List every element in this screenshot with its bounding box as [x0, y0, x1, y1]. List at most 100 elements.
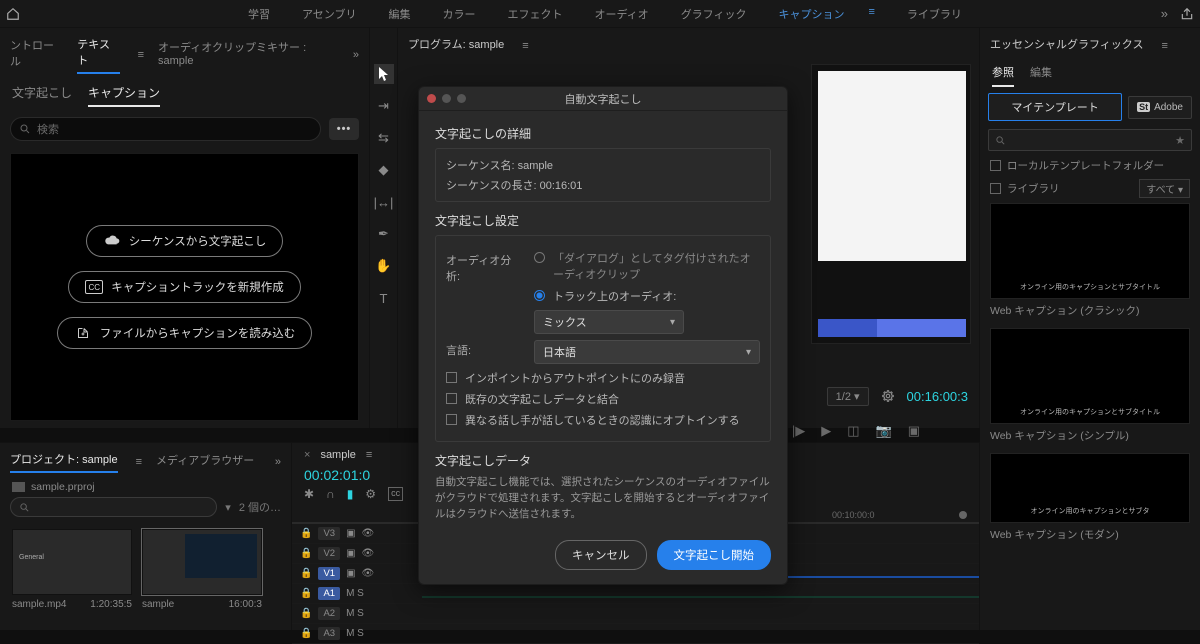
home-icon[interactable]	[6, 7, 32, 21]
slip-tool-icon[interactable]: |↔|	[374, 192, 394, 212]
menu-assembly[interactable]: アセンブリ	[290, 3, 368, 25]
window-controls[interactable]	[427, 94, 466, 103]
pen-tool-icon[interactable]: ✒	[374, 224, 394, 244]
radio-track-audio[interactable]: トラック上のオーディオ:	[534, 288, 760, 304]
cc-track-icon[interactable]: cc	[388, 487, 403, 501]
new-caption-track-button[interactable]: CC キャプショントラックを新規作成	[68, 271, 301, 303]
tab-project[interactable]: プロジェクト: sample	[10, 451, 118, 473]
import-caption-button[interactable]: ファイルからキャプションを読み込む	[57, 317, 313, 349]
lock-icon[interactable]: 🔒	[300, 588, 312, 599]
project-search-input[interactable]	[10, 497, 217, 517]
close-dot-icon[interactable]	[427, 94, 436, 103]
type-tool-icon[interactable]: T	[374, 288, 394, 308]
eg-search-input[interactable]: ★	[988, 129, 1192, 151]
eg-template-thumb-2[interactable]: オンライン用のキャプションとサブタイトル	[990, 328, 1190, 424]
track-a3[interactable]: A3	[318, 627, 340, 640]
eg-tab-edit[interactable]: 編集	[1030, 64, 1052, 87]
eg-my-templates-button[interactable]: マイテンプレート	[988, 93, 1122, 121]
project-overflow-icon[interactable]: »	[275, 456, 281, 468]
menu-library[interactable]: ライブラリ	[895, 3, 974, 25]
caption-options-button[interactable]: •••	[329, 118, 359, 140]
lock-icon[interactable]: 🔒	[300, 548, 312, 559]
seq-close-icon[interactable]: ×	[304, 449, 310, 461]
tab-audio-mixer[interactable]: オーディオクリップミキサー : sample	[158, 39, 339, 71]
program-menu-icon[interactable]: ≡	[522, 40, 528, 52]
menu-captions-opts-icon[interactable]: ≡	[856, 3, 886, 25]
eye-icon[interactable]: 👁	[362, 568, 375, 579]
chk-speaker-optin[interactable]: 異なる話し手が話しているときの認識にオプトインする	[446, 412, 760, 428]
eg-chk-lib[interactable]	[990, 183, 1001, 194]
caption-search-input[interactable]: 検索	[10, 117, 321, 141]
cancel-button[interactable]: キャンセル	[555, 540, 647, 570]
timeline-seq-name[interactable]: sample	[320, 449, 355, 461]
hand-tool-icon[interactable]: ✋	[374, 256, 394, 276]
track-v3[interactable]: V3	[318, 527, 340, 540]
menu-color[interactable]: カラー	[430, 3, 487, 25]
linked-sel-icon[interactable]: ∩	[326, 487, 335, 501]
favorite-icon[interactable]: ★	[1175, 134, 1185, 147]
project-menu-icon[interactable]: ≡	[136, 456, 142, 468]
overflow-icon[interactable]: »	[1161, 6, 1168, 21]
selection-tool-icon[interactable]	[374, 64, 394, 84]
eg-template-thumb-3[interactable]: オンライン用のキャプションとサブタ	[990, 453, 1190, 523]
track-select-tool-icon[interactable]: ⇥	[374, 96, 394, 116]
tab-media-browser[interactable]: メディアブラウザー	[156, 452, 254, 472]
project-item-1[interactable]: General sample.mp41:20:35:5	[12, 529, 132, 610]
tab-source-control[interactable]: ントロール	[10, 37, 63, 73]
share-icon[interactable]	[1180, 7, 1194, 21]
menu-audio[interactable]: オーディオ	[582, 3, 660, 25]
lock-icon[interactable]: 🔒	[300, 608, 312, 619]
track-v2[interactable]: V2	[318, 547, 340, 560]
snap-icon[interactable]: ✱	[304, 487, 314, 501]
razor-tool-icon[interactable]: ◆	[374, 160, 394, 180]
radio-dialog-tagged[interactable]: 「ダイアログ」としてタグ付けされたオーディオクリップ	[534, 250, 760, 282]
start-transcription-button[interactable]: 文字起こし開始	[657, 540, 772, 570]
eg-menu-icon[interactable]: ≡	[1161, 40, 1167, 52]
track-v1[interactable]: V1	[318, 567, 340, 580]
project-count: 2 個の…	[239, 499, 281, 515]
export-frame-icon[interactable]: ◫	[847, 423, 859, 439]
essential-graphics-panel: エッセンシャルグラフィックス ≡ 参照 編集 マイテンプレート StAdobe …	[980, 28, 1200, 630]
menu-learn[interactable]: 学習	[236, 3, 282, 25]
eye-icon[interactable]: 👁	[362, 528, 375, 539]
panel-overflow-icon[interactable]: »	[353, 49, 359, 61]
eg-template-thumb-1[interactable]: オンライン用のキャプションとサブタイトル	[990, 203, 1190, 299]
program-zoom-select[interactable]: 1/2 ▾	[827, 387, 869, 406]
chk-in-out-only[interactable]: インポイントからアウトポイントにのみ録音	[446, 370, 760, 386]
chk-merge-existing[interactable]: 既存の文字起こしデータと結合	[446, 391, 760, 407]
menu-graphics[interactable]: グラフィック	[669, 3, 759, 25]
timeline-menu-icon[interactable]: ≡	[366, 449, 372, 461]
menu-captions[interactable]: キャプション	[766, 3, 856, 25]
zoom-handle[interactable]	[959, 511, 967, 519]
project-filter-icon[interactable]: ▾	[225, 501, 231, 514]
mix-select[interactable]: ミックス▾	[534, 310, 684, 334]
lock-icon[interactable]: 🔒	[300, 568, 312, 579]
tab-text[interactable]: テキスト	[77, 36, 119, 74]
eg-adobe-stock-button[interactable]: StAdobe	[1128, 96, 1192, 119]
camera-icon[interactable]: 📷	[876, 423, 892, 439]
dialog-title: 自動文字起こし	[419, 91, 787, 107]
eg-chk-local[interactable]	[990, 160, 1001, 171]
menu-effects[interactable]: エフェクト	[495, 3, 574, 25]
subtab-transcript[interactable]: 文字起こし	[12, 84, 72, 107]
language-select[interactable]: 日本語▾	[534, 340, 760, 364]
eg-tab-browse[interactable]: 参照	[992, 64, 1014, 87]
step-fwd-icon[interactable]: |▶	[792, 423, 805, 439]
mark-out-icon[interactable]: ▶	[821, 423, 831, 439]
tab-text-menu-icon[interactable]: ≡	[138, 49, 144, 61]
ripple-tool-icon[interactable]: ⇆	[374, 128, 394, 148]
track-a1[interactable]: A1	[318, 587, 340, 600]
sequence-details-box: シーケンス名: sample シーケンスの長さ: 00:16:01	[435, 148, 771, 202]
menu-edit[interactable]: 編集	[376, 3, 422, 25]
transcribe-sequence-button[interactable]: シーケンスから文字起こし	[86, 225, 283, 257]
lock-icon[interactable]: 🔒	[300, 528, 312, 539]
settings2-icon[interactable]: ⚙	[365, 487, 376, 501]
marker-icon[interactable]: ▮	[347, 487, 354, 501]
eye-icon[interactable]: 👁	[362, 548, 375, 559]
project-item-2[interactable]: sample16:00:3	[142, 529, 262, 610]
compare-icon[interactable]: ▣	[908, 423, 920, 439]
settings-icon[interactable]	[881, 389, 895, 403]
subtab-captions[interactable]: キャプション	[88, 84, 160, 107]
eg-lib-select[interactable]: すべて ▾	[1139, 179, 1190, 198]
track-a2[interactable]: A2	[318, 607, 340, 620]
